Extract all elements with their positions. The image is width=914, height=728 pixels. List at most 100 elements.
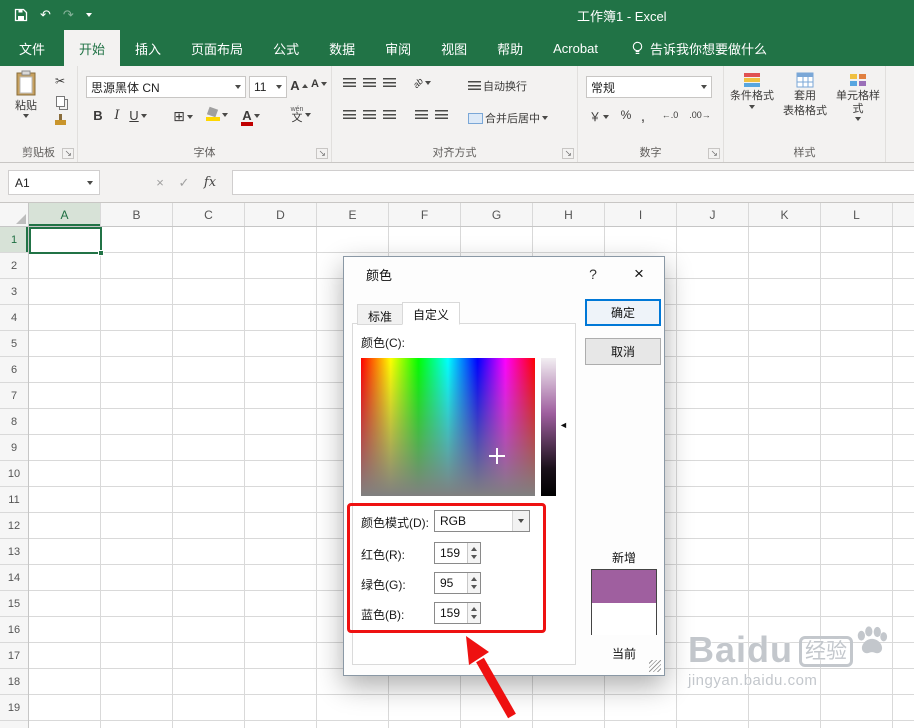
tab-insert[interactable]: 插入 <box>120 30 176 66</box>
row-header-16[interactable]: 16 <box>0 617 28 643</box>
row-header-14[interactable]: 14 <box>0 565 28 591</box>
bold-button[interactable]: B <box>90 108 106 123</box>
row-header-13[interactable]: 13 <box>0 539 28 565</box>
ok-button[interactable]: 确定 <box>585 299 661 326</box>
column-header-A[interactable]: A <box>29 203 101 226</box>
tab-page-layout[interactable]: 页面布局 <box>176 30 258 66</box>
tab-formulas[interactable]: 公式 <box>258 30 314 66</box>
copy-button[interactable] <box>50 96 70 107</box>
customize-qat-icon[interactable] <box>85 13 92 17</box>
row-header-10[interactable]: 10 <box>0 461 28 487</box>
color-gradient-picker[interactable] <box>361 358 535 496</box>
number-format-combo[interactable]: 常规 <box>586 76 712 98</box>
row-header-17[interactable]: 17 <box>0 643 28 669</box>
column-header-B[interactable]: B <box>101 203 173 226</box>
column-header-I[interactable]: I <box>605 203 677 226</box>
orientation-button[interactable]: ab <box>410 76 434 90</box>
row-header-19[interactable]: 19 <box>0 695 28 721</box>
tab-data[interactable]: 数据 <box>314 30 370 66</box>
merge-center-button[interactable]: 合并后居中 <box>468 110 576 126</box>
active-cell-selection[interactable] <box>29 227 104 256</box>
font-name-combo[interactable]: 思源黑体 CN <box>86 76 246 98</box>
tab-review[interactable]: 审阅 <box>370 30 426 66</box>
row-header-7[interactable]: 7 <box>0 383 28 409</box>
tell-me-box[interactable]: 告诉我你想要做什么 <box>619 30 779 66</box>
format-painter-button[interactable] <box>50 114 70 125</box>
comma-style-button[interactable]: , <box>636 108 650 125</box>
align-top-button[interactable] <box>340 78 358 88</box>
align-right-button[interactable] <box>380 110 398 120</box>
luminance-strip[interactable] <box>541 358 556 496</box>
fill-color-button[interactable] <box>204 108 230 121</box>
row-header-8[interactable]: 8 <box>0 409 28 435</box>
cancel-entry-button[interactable]: × <box>148 170 172 195</box>
undo-button[interactable]: ↶ <box>40 7 51 23</box>
align-middle-button[interactable] <box>360 78 378 88</box>
tab-help[interactable]: 帮助 <box>482 30 538 66</box>
row-header-5[interactable]: 5 <box>0 331 28 357</box>
decrease-font-size-button[interactable]: A <box>310 78 328 90</box>
row-header-4[interactable]: 4 <box>0 305 28 331</box>
close-icon[interactable]: × <box>620 257 658 291</box>
alignment-dialog-launcher-icon[interactable]: ↘ <box>562 148 574 159</box>
underline-button[interactable]: U <box>126 108 150 123</box>
font-size-combo[interactable]: 11 <box>249 76 287 98</box>
row-header-1[interactable]: 1 <box>0 227 28 253</box>
row-header-2[interactable]: 2 <box>0 253 28 279</box>
column-header-D[interactable]: D <box>245 203 317 226</box>
column-header-H[interactable]: H <box>533 203 605 226</box>
column-header-K[interactable]: K <box>749 203 821 226</box>
clipboard-dialog-launcher-icon[interactable]: ↘ <box>62 148 74 159</box>
chevron-down-icon[interactable] <box>235 85 241 89</box>
column-header-C[interactable]: C <box>173 203 245 226</box>
name-box[interactable]: A1 <box>8 170 100 195</box>
color-picker-crosshair[interactable] <box>489 448 505 464</box>
tab-view[interactable]: 视图 <box>426 30 482 66</box>
row-header-12[interactable]: 12 <box>0 513 28 539</box>
formula-input[interactable] <box>232 170 914 195</box>
decrease-indent-button[interactable] <box>412 110 430 120</box>
increase-font-size-button[interactable]: A <box>290 78 308 93</box>
row-header-6[interactable]: 6 <box>0 357 28 383</box>
column-header-E[interactable]: E <box>317 203 389 226</box>
paste-button[interactable]: 粘贴 <box>6 70 46 118</box>
number-dialog-launcher-icon[interactable]: ↘ <box>708 148 720 159</box>
insert-function-button[interactable]: fx <box>198 170 222 195</box>
row-header-18[interactable]: 18 <box>0 669 28 695</box>
format-as-table-button[interactable]: 套用 表格格式 <box>780 72 830 117</box>
align-center-button[interactable] <box>360 110 378 120</box>
tab-file[interactable]: 文件 <box>0 30 64 66</box>
align-left-button[interactable] <box>340 110 358 120</box>
resize-grip[interactable] <box>649 660 661 672</box>
increase-indent-button[interactable] <box>432 110 450 120</box>
column-header-J[interactable]: J <box>677 203 749 226</box>
row-header-9[interactable]: 9 <box>0 435 28 461</box>
chevron-down-icon[interactable] <box>87 180 93 185</box>
conditional-formatting-button[interactable]: 条件格式 <box>726 72 778 109</box>
redo-button[interactable]: ↷ <box>63 7 74 23</box>
row-header-15[interactable]: 15 <box>0 591 28 617</box>
accounting-format-button[interactable]: ￥ <box>586 108 612 125</box>
font-dialog-launcher-icon[interactable]: ↘ <box>316 148 328 159</box>
cut-button[interactable]: ✂ <box>50 74 70 88</box>
italic-button[interactable]: I <box>110 108 124 123</box>
increase-decimal-button[interactable]: ←.0 <box>656 110 684 120</box>
tab-standard[interactable]: 标准 <box>357 304 404 325</box>
cell-styles-button[interactable]: 单元格样式 <box>832 72 884 122</box>
row-header-11[interactable]: 11 <box>0 487 28 513</box>
column-header-F[interactable]: F <box>389 203 461 226</box>
tab-home[interactable]: 开始 <box>64 30 121 66</box>
save-icon[interactable] <box>14 8 28 22</box>
percent-style-button[interactable]: % <box>618 108 634 122</box>
align-bottom-button[interactable] <box>380 78 398 88</box>
wrap-text-button[interactable]: 自动换行 <box>468 78 568 94</box>
font-color-button[interactable]: A <box>238 108 264 126</box>
decrease-decimal-button[interactable]: .00→ <box>686 110 714 120</box>
row-header-3[interactable]: 3 <box>0 279 28 305</box>
phonetic-guide-button[interactable]: wén 文 <box>286 106 316 124</box>
column-header-L[interactable]: L <box>821 203 893 226</box>
chevron-down-icon[interactable] <box>701 85 707 89</box>
chevron-down-icon[interactable] <box>276 85 282 89</box>
tab-custom[interactable]: 自定义 <box>402 302 461 325</box>
fill-handle[interactable] <box>98 250 104 256</box>
